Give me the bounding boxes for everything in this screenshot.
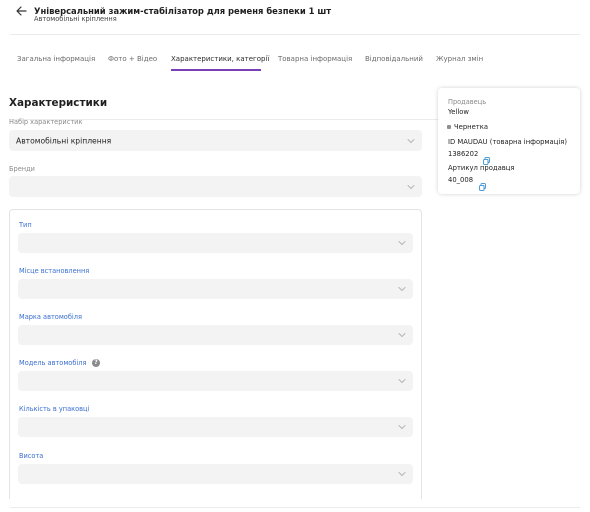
chevron-down-icon — [398, 378, 406, 384]
copy-icon[interactable] — [483, 150, 490, 165]
active-tab-indicator — [171, 69, 261, 71]
car-model-select[interactable] — [18, 371, 413, 391]
tab-photo-video[interactable]: Фото + Відео — [108, 55, 157, 63]
sku-label: Артикул продавця — [448, 164, 515, 172]
tab-product-info[interactable]: Товарна інформація — [278, 55, 352, 63]
tab-change-log[interactable]: Журнал змін — [436, 55, 483, 63]
status-dot-icon — [447, 125, 451, 129]
tab-characteristics[interactable]: Характеристики, категорії — [171, 55, 269, 63]
install-location-select[interactable] — [18, 279, 413, 299]
chevron-down-icon — [407, 138, 415, 144]
tab-bar: Загальна інформація Фото + Відео Характе… — [0, 48, 590, 120]
brand-select[interactable] — [9, 176, 422, 197]
characteristic-set-select[interactable]: Автомобільні кріплення — [9, 130, 422, 151]
sku-value: 40_008 — [448, 176, 474, 184]
height-select[interactable] — [18, 464, 413, 484]
status-badge: Чернетка — [454, 123, 489, 131]
product-info-card: Продавець Yellow Чернетка ID MAUDAU (тов… — [438, 88, 580, 194]
car-brand-select[interactable] — [18, 325, 413, 345]
id-value: 1386202 — [448, 150, 479, 158]
tab-general-info[interactable]: Загальна інформація — [17, 55, 95, 63]
section-title: Характеристики — [9, 97, 108, 109]
characteristics-panel: Тип Місце встановлення Марка автомобіля … — [9, 209, 422, 499]
field-label-install-location: Місце встановлення — [19, 267, 90, 275]
type-select[interactable] — [18, 233, 413, 253]
page-header: Універсальний зажим-стабілізатор для рем… — [0, 0, 590, 36]
arrow-left-icon[interactable] — [16, 6, 28, 18]
brand-label: Бренди — [9, 165, 35, 173]
footer-divider — [10, 507, 580, 508]
field-label-height: Висота — [19, 452, 44, 460]
field-label-package-quantity: Кількість в упаковці — [19, 405, 90, 413]
chevron-down-icon — [398, 286, 406, 292]
field-label-car-model: Модель автомобіля — [19, 359, 87, 367]
seller-label: Продавець — [448, 98, 487, 106]
field-label-type: Тип — [19, 221, 32, 229]
chevron-down-icon — [398, 332, 406, 338]
seller-value: Yellow — [448, 108, 469, 116]
help-icon[interactable]: ? — [92, 359, 100, 367]
id-label: ID MAUDAU (товарна інформація) — [448, 138, 567, 146]
tab-responsible[interactable]: Відповідальний — [365, 55, 423, 63]
field-label-car-brand: Марка автомобіля — [19, 313, 82, 321]
page-subtitle: Автомобільні кріплення — [34, 15, 117, 23]
chevron-down-icon — [398, 240, 406, 246]
characteristic-set-label: Набір характеристик — [9, 118, 83, 126]
chevron-down-icon — [398, 471, 406, 477]
chevron-down-icon — [407, 184, 415, 190]
package-quantity-select[interactable] — [18, 417, 413, 437]
characteristic-set-value: Автомобільні кріплення — [16, 136, 112, 145]
header-divider — [10, 34, 580, 35]
chevron-down-icon — [398, 424, 406, 430]
copy-icon[interactable] — [479, 176, 486, 191]
